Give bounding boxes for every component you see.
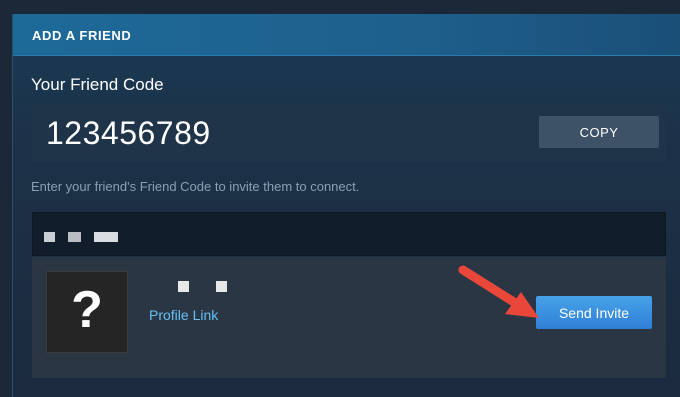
copy-button[interactable]: COPY — [539, 116, 659, 148]
panel-header: ADD A FRIEND — [13, 14, 680, 56]
panel-title: ADD A FRIEND — [32, 28, 132, 43]
red-arrow-annotation — [458, 265, 539, 318]
profile-link[interactable]: Profile Link — [149, 307, 218, 323]
friend-code-box: 123456789 COPY — [32, 104, 666, 162]
send-invite-button[interactable]: Send Invite — [536, 296, 652, 329]
question-mark-icon: ? — [71, 281, 103, 339]
friend-code-input[interactable] — [32, 212, 666, 256]
avatar: ? — [46, 271, 128, 353]
friend-code-label: Your Friend Code — [31, 75, 164, 94]
redacted-text — [94, 232, 118, 242]
redacted-name — [216, 281, 227, 292]
redacted-name — [178, 281, 189, 292]
redacted-text — [44, 232, 55, 242]
friend-code-value: 123456789 — [46, 115, 211, 151]
instructions-text: Enter your friend's Friend Code to invit… — [31, 179, 360, 194]
friend-result-card: ? Profile Link Send Invite — [32, 257, 666, 378]
redacted-text — [68, 232, 81, 242]
arrow-shaft — [458, 265, 522, 309]
